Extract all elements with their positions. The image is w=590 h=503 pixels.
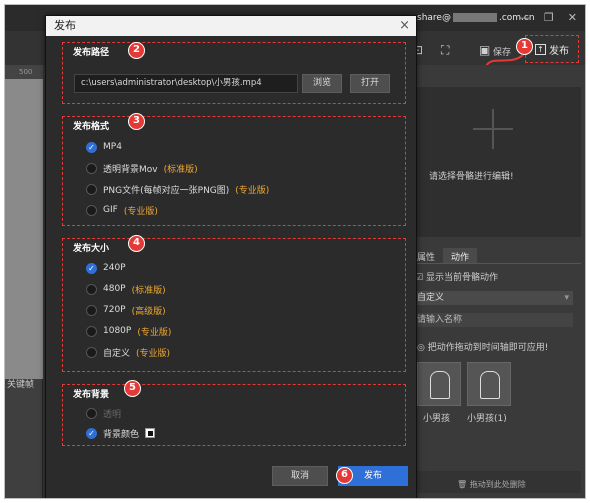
- chevron-down-icon: ▾: [564, 293, 569, 303]
- thumb-label: 小男孩(1): [467, 414, 507, 424]
- bone-hint: 请选择骨骼进行编辑!: [429, 172, 514, 182]
- section-title: 发布路径: [73, 48, 110, 58]
- format-option-mov[interactable]: 透明背景Mov (标准版): [86, 161, 198, 175]
- radio-icon: [86, 304, 97, 316]
- close-icon[interactable]: ✕: [568, 11, 577, 24]
- crosshair-icon: [473, 109, 513, 149]
- edition-tag: (高级版): [131, 306, 166, 317]
- option-label: 480P: [103, 284, 126, 294]
- format-option-gif[interactable]: GIF (专业版): [86, 203, 158, 217]
- bg-transparent-option[interactable]: 透明: [86, 406, 121, 420]
- delete-drop-text: 🗑 拖动到此处删除: [457, 479, 526, 490]
- figure-icon: [480, 371, 500, 399]
- tab-actions[interactable]: 动作: [443, 248, 478, 263]
- radio-icon: [86, 325, 97, 337]
- option-label: 背景颜色: [103, 429, 140, 440]
- radio-icon: [86, 162, 97, 174]
- restore-icon[interactable]: ❐: [544, 11, 554, 24]
- edition-tag: (专业版): [235, 185, 270, 196]
- radio-icon: [86, 346, 97, 358]
- account-prefix: share@: [417, 13, 451, 23]
- ruler: 500: [5, 65, 43, 79]
- keyframe-label: 关键帧: [7, 380, 35, 390]
- annotation-badge-4: 4: [128, 235, 145, 252]
- format-option-png[interactable]: PNG文件(每帧对应一张PNG图) (专业版): [86, 182, 269, 196]
- radio-icon: [86, 283, 97, 295]
- edition-tag: (标准版): [131, 285, 166, 296]
- action-dropdown[interactable]: 自定义 ▾: [411, 291, 573, 305]
- annotation-badge-2: 2: [128, 42, 145, 59]
- radio-icon: [86, 204, 97, 216]
- option-label: 透明背景Mov: [103, 164, 158, 175]
- annotation-badge-3: 3: [128, 113, 145, 130]
- drag-tip-text: 把动作拖动到时间轴即可应用!: [427, 343, 549, 353]
- delete-drop-label: 拖动到此处删除: [469, 480, 526, 489]
- panel-tabs: 属性 动作: [409, 248, 581, 264]
- section-title: 发布背景: [73, 390, 110, 400]
- color-swatch[interactable]: [145, 428, 156, 438]
- section-title: 发布大小: [73, 244, 110, 254]
- publish-dialog: 发布 × 发布路径 2 c:\users\administrator\deskt…: [45, 15, 417, 498]
- action-thumb[interactable]: [467, 362, 511, 406]
- bg-color-option[interactable]: ✓ 背景颜色: [86, 426, 156, 440]
- size-option-720p[interactable]: 720P (高级版): [86, 303, 166, 317]
- checked-icon: ✓: [86, 262, 97, 274]
- stage-area: [5, 79, 43, 379]
- option-label: 自定义: [103, 348, 131, 359]
- size-option-1080p[interactable]: 1080P (专业版): [86, 324, 171, 338]
- size-option-480p[interactable]: 480P (标准版): [86, 282, 166, 296]
- thumb-label: 小男孩: [423, 414, 451, 424]
- publish-toolbar-label: 发布: [549, 45, 569, 57]
- format-option-mp4[interactable]: ✓ MP4: [86, 140, 122, 154]
- path-section: 发布路径: [62, 42, 406, 104]
- show-bone-action-label: 显示当前骨骼动作: [425, 273, 498, 283]
- figure-icon: [430, 371, 450, 399]
- close-icon[interactable]: ×: [399, 16, 410, 36]
- path-input[interactable]: c:\users\administrator\desktop\小男孩.mp4: [74, 74, 298, 93]
- checkbox-icon: [86, 407, 97, 419]
- cancel-button[interactable]: 取消: [272, 466, 328, 486]
- open-button[interactable]: 打开: [350, 74, 390, 93]
- upload-icon: ↑: [535, 43, 546, 55]
- annotation-badge-6: 6: [336, 467, 353, 484]
- edition-tag: (专业版): [123, 206, 158, 217]
- account-mask: [452, 13, 497, 22]
- info-icon: ◎: [417, 343, 425, 353]
- size-option-240p[interactable]: ✓ 240P: [86, 261, 126, 275]
- publish-toolbar-button[interactable]: ↑ 发布: [525, 35, 579, 63]
- checked-icon: ✓: [86, 141, 97, 153]
- option-label: 240P: [103, 263, 126, 273]
- app-window: share@ .com.cn — ❐ ✕ ⊡ ⛶ ▣ 保存 ↑ 发布 1 500 …: [4, 4, 586, 499]
- option-label: 透明: [103, 409, 122, 420]
- edition-tag: (标准版): [163, 164, 198, 175]
- section-title: 发布格式: [73, 122, 110, 132]
- edition-tag: (专业版): [137, 327, 172, 338]
- option-label: GIF: [103, 205, 118, 215]
- drag-tip: ◎ 把动作拖动到时间轴即可应用!: [417, 340, 548, 353]
- show-bone-action-checkbox[interactable]: ☑ 显示当前骨骼动作: [415, 270, 498, 283]
- checked-icon: ✓: [86, 427, 97, 439]
- annotation-badge-5: 5: [124, 380, 141, 397]
- edition-tag: (专业版): [136, 348, 171, 359]
- trash-icon: 🗑: [457, 480, 468, 489]
- size-option-custom[interactable]: 自定义 (专业版): [86, 345, 170, 359]
- browse-button[interactable]: 浏览: [302, 74, 342, 93]
- action-thumb[interactable]: [417, 362, 461, 406]
- dropdown-value: 自定义: [417, 293, 445, 303]
- minimize-icon[interactable]: —: [519, 11, 530, 24]
- option-label: 720P: [103, 305, 126, 315]
- window-controls: — ❐ ✕: [519, 11, 577, 24]
- radio-icon: [86, 183, 97, 195]
- dialog-title: 发布: [46, 16, 416, 36]
- option-label: 1080P: [103, 326, 132, 336]
- option-label: MP4: [103, 142, 122, 152]
- account-label: share@ .com.cn: [417, 13, 535, 23]
- action-name-input[interactable]: 请输入名称: [411, 313, 573, 327]
- option-label: PNG文件(每帧对应一张PNG图): [103, 185, 230, 196]
